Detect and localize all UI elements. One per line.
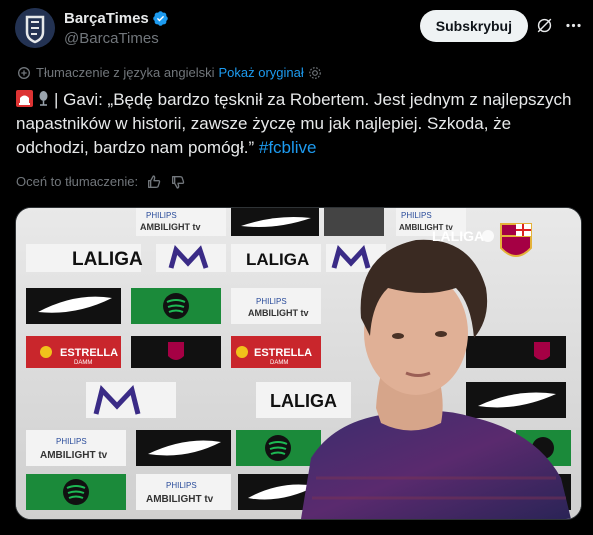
board-estrella-2: ESTRELLA xyxy=(254,347,312,359)
tweet-text: | Gavi: „Będę bardzo tęsknił za Robertem… xyxy=(16,88,576,160)
rate-translation-label: Oceń to tłumaczenie: xyxy=(16,174,139,189)
settings-gear-icon[interactable] xyxy=(308,66,322,80)
translation-notice-text: Tłumaczenie z języka angielski xyxy=(36,65,215,80)
tweet-header: BarçaTimes @BarcaTimes Subskrybuj xyxy=(15,8,583,48)
siren-emoji-icon xyxy=(16,90,33,107)
display-name[interactable]: BarçaTimes xyxy=(64,9,169,28)
subscribe-button[interactable]: Subskrybuj xyxy=(419,10,528,42)
board-damm-2: DAMM xyxy=(270,360,288,366)
hashtag-link[interactable]: #fcblive xyxy=(259,138,317,157)
thumbs-up-icon[interactable] xyxy=(146,174,162,190)
board-philips-1: PHILIPS xyxy=(146,211,177,220)
thumbs-down-icon[interactable] xyxy=(170,174,186,190)
more-options-icon[interactable] xyxy=(564,16,583,35)
board-estrella-1: ESTRELLA xyxy=(60,347,118,359)
board-damm-1: DAMM xyxy=(74,360,92,366)
board-ambilight-3: AMBILIGHT tv xyxy=(248,308,309,318)
rate-translation: Oceń to tłumaczenie: xyxy=(16,174,186,190)
media-image[interactable]: PHILIPS AMBILIGHT tv PHILIPS AMBILIGHT t… xyxy=(15,207,582,520)
board-ambilight-1: AMBILIGHT tv xyxy=(140,222,201,232)
interview-photo[interactable]: PHILIPS AMBILIGHT tv PHILIPS AMBILIGHT t… xyxy=(16,208,581,519)
board-philips-3: PHILIPS xyxy=(256,297,287,306)
board-laliga-2: LALIGA xyxy=(246,250,309,269)
board-philips-5: PHILIPS xyxy=(166,481,197,490)
translate-icon xyxy=(18,67,30,79)
translation-notice: Tłumaczenie z języka angielski Pokaż ory… xyxy=(16,65,322,81)
verified-badge-icon xyxy=(153,11,168,26)
avatar[interactable] xyxy=(15,8,55,48)
board-laliga-1: LALIGA xyxy=(72,249,143,270)
overlay-laliga-logo: LALIGA xyxy=(432,228,484,244)
board-ambilight-5: AMBILIGHT tv xyxy=(146,494,214,505)
board-ambilight-4: AMBILIGHT tv xyxy=(40,450,108,461)
grok-icon[interactable] xyxy=(535,16,554,35)
display-name-text[interactable]: BarçaTimes xyxy=(64,9,149,28)
board-laliga-3: LALIGA xyxy=(270,391,337,411)
board-philips-2: PHILIPS xyxy=(401,211,432,220)
show-original-link[interactable]: Pokaż oryginał xyxy=(218,65,303,81)
handle[interactable]: @BarcaTimes xyxy=(64,29,169,48)
microphone-emoji-icon xyxy=(39,91,48,106)
board-philips-4: PHILIPS xyxy=(56,437,87,446)
